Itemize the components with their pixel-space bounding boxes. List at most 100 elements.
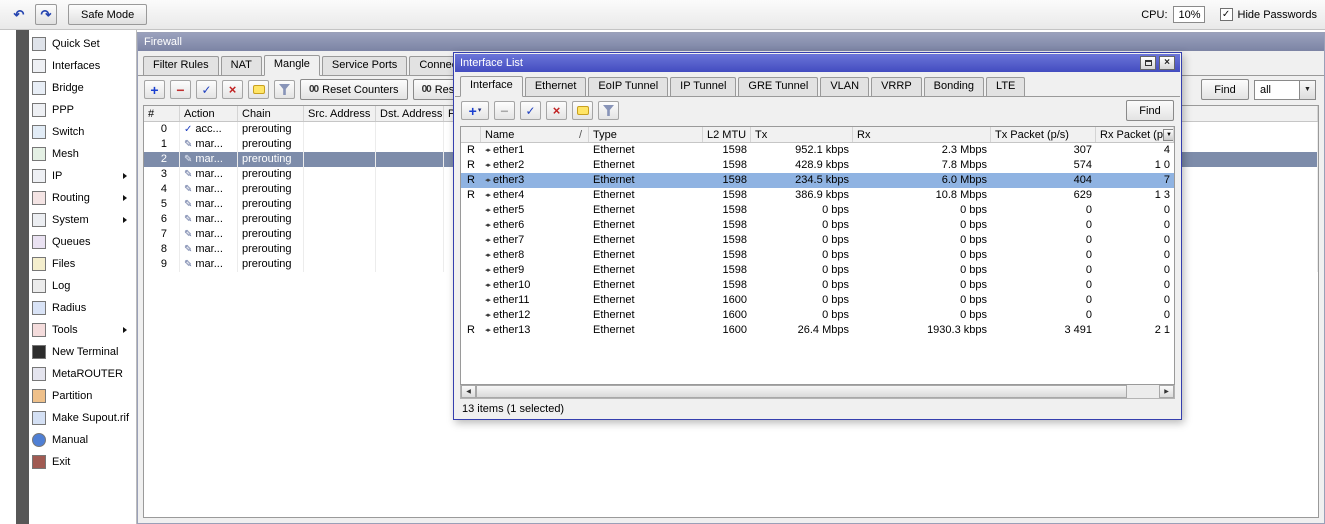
sidebar-item-queues[interactable]: Queues [30, 231, 136, 253]
column-header-tx-packet-p-s-[interactable]: Tx Packet (p/s) [991, 127, 1096, 142]
tab-interface[interactable]: Interface [460, 76, 523, 97]
remove-button[interactable]: − [170, 80, 191, 99]
sidebar-item-exit[interactable]: Exit [30, 451, 136, 473]
dropdown-button[interactable]: ▼ [1299, 80, 1315, 99]
column-header-name[interactable]: Name / [481, 127, 589, 142]
tab-bonding[interactable]: Bonding [923, 77, 985, 96]
interface-list-title-bar[interactable]: Interface List × [455, 54, 1180, 72]
column-header-label: Tx [755, 128, 768, 141]
cell-dst-address [376, 242, 444, 257]
close-button[interactable]: × [1159, 56, 1175, 70]
sidebar-item-radius[interactable]: Radius [30, 297, 136, 319]
table-row-ether12[interactable]: ◂▸ ether12 Ethernet 1600 0 bps 0 bps 0 0 [461, 308, 1174, 323]
horizontal-scrollbar[interactable]: ◀ ▶ [460, 385, 1175, 399]
table-row-ether10[interactable]: ◂▸ ether10 Ethernet 1598 0 bps 0 bps 0 0 [461, 278, 1174, 293]
column-header-l2-mtu[interactable]: L2 MTU [703, 127, 751, 142]
table-row-ether1[interactable]: R ◂▸ ether1 Ethernet 1598 952.1 kbps 2.3 Mbps 3… [461, 143, 1174, 158]
table-row-ether13[interactable]: R ◂▸ ether13 Ethernet 1600 26.4 Mbps 1930.3 kb… [461, 323, 1174, 338]
column-header-Src. Address[interactable]: Src. Address [304, 106, 376, 121]
sidebar: Quick Set Interfaces Bridge PPP Switch Mesh IP… [0, 30, 137, 524]
sidebar-item-quickset[interactable]: Quick Set [30, 33, 136, 55]
sidebar-item-switch[interactable]: Switch [30, 121, 136, 143]
column-selector-button[interactable]: ▼ [1162, 128, 1173, 141]
maximize-button[interactable] [1140, 56, 1156, 70]
sidebar-item-supout[interactable]: Make Supout.rif [30, 407, 136, 429]
table-row-ether9[interactable]: ◂▸ ether9 Ethernet 1598 0 bps 0 bps 0 0 [461, 263, 1174, 278]
disable-button[interactable]: × [546, 101, 567, 120]
tab-nat[interactable]: NAT [220, 56, 262, 75]
sidebar-item-bridge[interactable]: Bridge [30, 77, 136, 99]
column-header-Dst. Address[interactable]: Dst. Address [376, 106, 444, 121]
enable-button[interactable]: ✓ [196, 80, 217, 99]
sidebar-item-mesh[interactable]: Mesh [30, 143, 136, 165]
comment-button[interactable] [248, 80, 269, 99]
sidebar-item-routing[interactable]: Routing [30, 187, 136, 209]
table-row-ether8[interactable]: ◂▸ ether8 Ethernet 1598 0 bps 0 bps 0 0 [461, 248, 1174, 263]
reset-counters-button[interactable]: 00 Reset Counters [300, 79, 408, 100]
tab-vrrp[interactable]: VRRP [871, 77, 922, 96]
filter-button[interactable] [598, 101, 619, 120]
sidebar-item-interfaces[interactable]: Interfaces [30, 55, 136, 77]
tab-lte[interactable]: LTE [986, 77, 1026, 96]
cell-rx: 0 bps [960, 309, 987, 321]
add-dropdown-button[interactable]: + ▾ [461, 101, 489, 120]
tab-ethernet[interactable]: Ethernet [524, 77, 587, 96]
safe-mode-button[interactable]: Safe Mode [68, 4, 148, 25]
sidebar-item-system[interactable]: System [30, 209, 136, 231]
add-button[interactable]: + [144, 80, 165, 99]
column-header-rx-packet-p[interactable]: Rx Packet (p ▼ [1096, 127, 1174, 142]
cell-rx: 1930.3 kbps [927, 324, 987, 336]
sidebar-item-files[interactable]: Files [30, 253, 136, 275]
cell-tx-packet: 0 [1085, 249, 1092, 261]
table-row-ether11[interactable]: ◂▸ ether11 Ethernet 1600 0 bps 0 bps 0 0 [461, 293, 1174, 308]
sidebar-item-terminal[interactable]: New Terminal [30, 341, 136, 363]
scrollbar-thumb[interactable] [476, 385, 1127, 398]
redo-button[interactable]: ↷ [35, 4, 57, 25]
column-header-type[interactable]: Type [589, 127, 703, 142]
tab-ip-tunnel[interactable]: IP Tunnel [670, 77, 737, 96]
column-header-Action[interactable]: Action [180, 106, 238, 121]
tab-vlan[interactable]: VLAN [820, 77, 870, 96]
scroll-left-button[interactable]: ◀ [461, 385, 476, 398]
column-header-#[interactable]: # [144, 106, 180, 121]
table-row-ether2[interactable]: R ◂▸ ether2 Ethernet 1598 428.9 kbps 7.8 Mbps 5… [461, 158, 1174, 173]
tab-gre-tunnel[interactable]: GRE Tunnel [738, 77, 819, 96]
cell-action: ✎ mar... [180, 137, 238, 152]
sidebar-item-ip[interactable]: IP [30, 165, 136, 187]
undo-button[interactable]: ↶ [8, 4, 30, 25]
remove-button[interactable]: − [494, 101, 515, 120]
firewall-title-bar[interactable]: Firewall [138, 33, 1324, 51]
column-header-flag[interactable] [461, 127, 481, 142]
cell-tx: 0 bps [822, 234, 849, 246]
comment-button[interactable] [572, 101, 593, 120]
column-header-Chain[interactable]: Chain [238, 106, 304, 121]
filter-button[interactable] [274, 80, 295, 99]
tab-mangle[interactable]: Mangle [263, 55, 320, 76]
tab-eoip-tunnel[interactable]: EoIP Tunnel [588, 77, 669, 96]
sidebar-item-partition[interactable]: Partition [30, 385, 136, 407]
column-header-rx[interactable]: Rx [853, 127, 991, 142]
filter-scope-dropdown[interactable]: all ▼ [1254, 79, 1316, 100]
find-button[interactable]: Find [1201, 79, 1249, 100]
table-row-ether4[interactable]: R ◂▸ ether4 Ethernet 1598 386.9 kbps 10.8 Mbps… [461, 188, 1174, 203]
scroll-right-button[interactable]: ▶ [1159, 385, 1174, 398]
sidebar-item-log[interactable]: Log [30, 275, 136, 297]
sidebar-item-ppp[interactable]: PPP [30, 99, 136, 121]
tab-filter-rules[interactable]: Filter Rules [143, 56, 219, 75]
interface-name: ether2 [493, 159, 525, 171]
sidebar-item-tools[interactable]: Tools [30, 319, 136, 341]
table-row-ether7[interactable]: ◂▸ ether7 Ethernet 1598 0 bps 0 bps 0 0 [461, 233, 1174, 248]
find-button[interactable]: Find [1126, 100, 1174, 121]
cell-number: 3 [144, 167, 180, 182]
column-header-tx[interactable]: Tx [751, 127, 853, 142]
table-row-ether6[interactable]: ◂▸ ether6 Ethernet 1598 0 bps 0 bps 0 0 [461, 218, 1174, 233]
sidebar-item-manual[interactable]: Manual [30, 429, 136, 451]
cell-name: ◂▸ ether3 [481, 173, 589, 188]
tab-service-ports[interactable]: Service Ports [321, 56, 408, 75]
sidebar-item-metarouter[interactable]: MetaROUTER [30, 363, 136, 385]
disable-button[interactable]: × [222, 80, 243, 99]
table-row-ether5[interactable]: ◂▸ ether5 Ethernet 1598 0 bps 0 bps 0 0 [461, 203, 1174, 218]
table-row-ether3[interactable]: R ◂▸ ether3 Ethernet 1598 234.5 kbps 6.0 Mbps 4… [461, 173, 1174, 188]
hide-passwords-checkbox[interactable]: ✓ [1219, 8, 1233, 21]
enable-button[interactable]: ✓ [520, 101, 541, 120]
